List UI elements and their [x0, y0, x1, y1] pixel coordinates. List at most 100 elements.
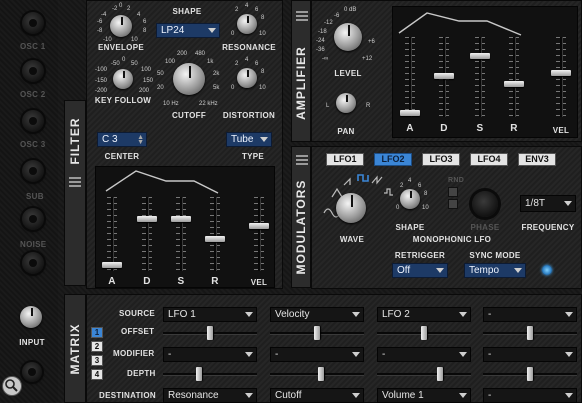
matrix-destination-dropdown[interactable]: - [483, 388, 577, 403]
wave-knob[interactable] [336, 193, 366, 223]
filter-type-dropdown[interactable]: Tube [226, 132, 272, 147]
matrix-depth-slider-track[interactable] [270, 373, 364, 375]
amp-fader-handle[interactable] [504, 81, 524, 88]
frequency-dropdown[interactable]: 1/8T [520, 195, 576, 212]
matrix-depth-slider-track[interactable] [163, 373, 257, 375]
matrix-slot-4-button[interactable]: 4 [91, 369, 103, 380]
sync-mode-dropdown[interactable]: Tempo [464, 263, 526, 278]
amplifier-grip-icon[interactable] [296, 11, 308, 21]
filter-fader-track[interactable] [214, 197, 216, 271]
resonance-label: RESONANCE [222, 43, 276, 52]
matrix-modifier-dropdown[interactable]: - [483, 347, 577, 362]
help-icon[interactable] [2, 376, 22, 396]
envelope-tick: -8 [97, 28, 103, 34]
matrix-slot-1-button[interactable]: 1 [91, 327, 103, 338]
amp-fader-handle[interactable] [434, 72, 454, 79]
filter-fader-track[interactable] [258, 197, 260, 271]
noise-level-knob[interactable] [22, 208, 44, 230]
envelope-tick: 0 [119, 3, 123, 9]
distortion-knob[interactable] [237, 68, 257, 88]
input-knob[interactable] [20, 306, 42, 328]
osc1-level-knob[interactable] [22, 12, 44, 34]
monophonic-lfo-label: MONOPHONIC LFO [412, 235, 492, 244]
filter-tab[interactable]: FILTER [64, 100, 86, 286]
extra-level-knob[interactable] [22, 252, 44, 274]
envelope-tick: -6 [97, 19, 103, 25]
tab-env3[interactable]: ENV3 [518, 153, 556, 166]
amp-fader-track[interactable] [409, 37, 411, 117]
rnd-toggle-2[interactable] [448, 199, 458, 209]
modulators-tab[interactable]: MODULATORS [291, 146, 311, 288]
row-label-modifier: MODIFIER [113, 349, 155, 358]
filter-fader-handle[interactable] [171, 216, 191, 223]
matrix-source-dropdown[interactable]: LFO 2 [377, 307, 471, 322]
matrix-tab[interactable]: MATRIX [64, 294, 86, 403]
matrix-slot-2-button[interactable]: 2 [91, 341, 103, 352]
amp-fader-track[interactable] [513, 37, 515, 117]
filter-fader-handle[interactable] [102, 261, 122, 268]
amplifier-tab[interactable]: AMPLIFIER [291, 0, 311, 142]
modulators-grip-icon[interactable] [296, 155, 308, 165]
phase-knob[interactable] [472, 191, 498, 217]
matrix-slot-3-button[interactable]: 3 [91, 355, 103, 366]
matrix-offset-slider-handle[interactable] [207, 326, 213, 340]
filter-fader-handle[interactable] [205, 236, 225, 243]
envelope-knob[interactable] [110, 15, 132, 37]
retrigger-dropdown[interactable]: Off [392, 263, 448, 278]
pan-tick: R [366, 103, 371, 109]
matrix-depth-slider-track[interactable] [377, 373, 471, 375]
filter-fader-handle[interactable] [137, 216, 157, 223]
filter-grip-icon[interactable] [69, 177, 81, 187]
filter-type-value: Tube [231, 134, 254, 145]
matrix-modifier-dropdown[interactable]: - [163, 347, 257, 362]
distortion-tick: 0 [231, 85, 235, 91]
center-spinbox[interactable]: C 3 ▲ ▼ [97, 132, 147, 147]
tab-lfo3[interactable]: LFO3 [422, 153, 460, 166]
filter-shape-dropdown[interactable]: LP24 [156, 23, 220, 38]
tab-lfo1[interactable]: LFO1 [326, 153, 364, 166]
matrix-modifier-dropdown[interactable]: - [377, 347, 471, 362]
matrix-source-dropdown[interactable]: LFO 1 [163, 307, 257, 322]
matrix-depth-slider-handle[interactable] [436, 367, 443, 381]
output-knob[interactable] [22, 362, 42, 382]
matrix-depth-slider-handle[interactable] [196, 367, 203, 381]
matrix-source-dropdown[interactable]: Velocity [270, 307, 364, 322]
tab-lfo2[interactable]: LFO2 [374, 153, 412, 166]
amplifier-tab-label: AMPLIFIER [294, 46, 308, 120]
matrix-destination-dropdown[interactable]: Cutoff [270, 388, 364, 403]
matrix-depth-slider-handle[interactable] [318, 367, 325, 381]
amp-fader-track[interactable] [560, 37, 562, 117]
pan-knob[interactable] [336, 93, 356, 113]
filter-fader-track[interactable] [111, 197, 113, 271]
lfo-shape-knob[interactable] [400, 189, 420, 209]
matrix-offset-slider-handle[interactable] [527, 326, 533, 340]
matrix-offset-slider-handle[interactable] [314, 326, 320, 340]
resonance-tick: 0 [231, 31, 235, 37]
amp-fader-handle[interactable] [470, 53, 490, 60]
filter-fader-handle[interactable] [249, 222, 269, 229]
osc3-level-knob[interactable] [22, 110, 44, 132]
resonance-knob[interactable] [237, 14, 257, 34]
filter-fader-track[interactable] [180, 197, 182, 271]
key-follow-tick: 200 [139, 88, 150, 94]
rnd-toggle[interactable] [448, 187, 458, 197]
matrix-destination-dropdown[interactable]: Resonance [163, 388, 257, 403]
matrix-destination-dropdown-value: Volume 1 [382, 390, 424, 401]
tab-lfo4[interactable]: LFO4 [470, 153, 508, 166]
matrix-offset-slider-handle[interactable] [421, 326, 427, 340]
matrix-modifier-dropdown[interactable]: - [270, 347, 364, 362]
amp-s-label: S [476, 123, 484, 134]
key-follow-knob[interactable] [113, 69, 133, 89]
matrix-depth-slider-handle[interactable] [527, 367, 533, 381]
amp-fader-handle[interactable] [551, 70, 571, 77]
osc2-level-knob[interactable] [22, 60, 44, 82]
level-knob[interactable] [334, 23, 362, 51]
filter-fader-track[interactable] [146, 197, 148, 271]
amp-fader-handle[interactable] [400, 109, 420, 116]
matrix-modifier-dropdown-value: - [488, 349, 492, 360]
sub-level-knob[interactable] [22, 160, 44, 182]
amp-fader-track[interactable] [479, 37, 481, 117]
matrix-destination-dropdown[interactable]: Volume 1 [377, 388, 471, 403]
matrix-source-dropdown[interactable]: - [483, 307, 577, 322]
cutoff-knob[interactable] [173, 63, 205, 95]
